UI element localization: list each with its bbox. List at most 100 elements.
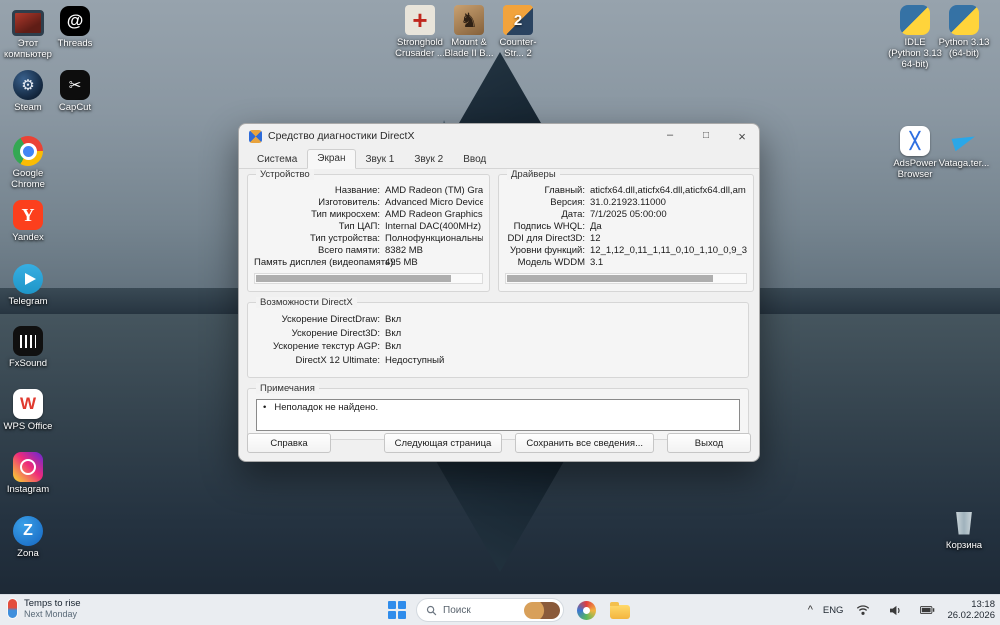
weather-headline: Temps to rise	[24, 598, 81, 609]
desktop-icon-wps-office[interactable]: WPS Office	[0, 389, 56, 432]
tab-strip: Система Экран Звук 1 Звук 2 Ввод	[239, 148, 759, 169]
steam-icon	[13, 70, 43, 100]
thermometer-icon	[8, 599, 17, 618]
help-button[interactable]: Справка	[247, 433, 331, 453]
field-value: 12	[590, 233, 601, 244]
weather-widget[interactable]: Temps to rise Next Monday	[8, 598, 81, 619]
tab-display[interactable]: Экран	[307, 149, 356, 169]
tray-date: 26.02.2026	[947, 610, 995, 621]
zona-icon	[13, 516, 43, 546]
notes-textbox[interactable]: Неполадок не найдено.	[256, 399, 740, 431]
dialog-button-row: Справка Следующая страница Сохранить все…	[247, 433, 751, 453]
next-page-button[interactable]: Следующая страница	[383, 433, 503, 453]
field-value: 31.0.21923.11000	[590, 197, 666, 208]
desktop-icon-label: Stronghold Crusader ...	[395, 37, 445, 59]
desktop-icon-label: WPS Office	[3, 421, 53, 432]
desktop-icon-mount-and-blade[interactable]: Mount & Blade II B...	[441, 5, 497, 59]
wifi-icon	[857, 605, 870, 615]
field-value: 3.1	[590, 257, 604, 268]
field-label: Уровни функций:	[510, 245, 585, 256]
maximize-button[interactable]	[699, 129, 713, 144]
tab-sound-2[interactable]: Звук 2	[404, 150, 453, 169]
scrollbar-thumb[interactable]	[507, 275, 714, 282]
field-value: 7/1/2025 05:00:00	[590, 209, 667, 220]
field-label: Ускорение DirectDraw:	[281, 314, 380, 325]
desktop-icon-label: Vataga.ter...	[938, 158, 990, 169]
start-button[interactable]	[388, 601, 406, 619]
desktop-icon-zona[interactable]: Zona	[0, 516, 56, 559]
desktop-icon-stronghold[interactable]: Stronghold Crusader ...	[392, 5, 448, 59]
close-button[interactable]	[735, 129, 749, 144]
desktop-icon-vataga[interactable]: Vataga.ter...	[936, 126, 992, 169]
desktop-icon-recycle-bin[interactable]: Корзина	[936, 508, 992, 551]
desktop-icon-python[interactable]: Python 3.13 (64-bit)	[936, 5, 992, 59]
desktop-icon-yandex[interactable]: Yandex	[0, 200, 56, 243]
desktop-icon-capcut[interactable]: CapCut	[47, 70, 103, 113]
field-value: 8382 MB	[385, 245, 424, 256]
desktop-icon-telegram[interactable]: Telegram	[0, 264, 56, 307]
network-tray-button[interactable]	[851, 598, 875, 622]
exit-button[interactable]: Выход	[667, 433, 751, 453]
field-label: Тип микросхем:	[311, 209, 380, 220]
desktop-icon-counter-strike-2[interactable]: Counter-Str... 2	[490, 5, 546, 59]
titlebar[interactable]: Средство диагностики DirectX	[239, 124, 759, 148]
language-indicator[interactable]: ENG	[823, 605, 844, 616]
field-value: Internal DAC(400MHz)	[385, 221, 482, 232]
counter-strike-2-icon	[503, 5, 533, 35]
taskbar-browser-button[interactable]	[574, 598, 598, 622]
save-all-info-button[interactable]: Сохранить все сведения...	[515, 433, 654, 453]
directx-features-group: Возможности DirectX Ускорение DirectDraw…	[247, 297, 749, 378]
field-value: Да	[590, 221, 602, 232]
clock-widget[interactable]: 13:18 26.02.2026	[947, 599, 995, 621]
group-title: Возможности DirectX	[256, 297, 357, 308]
device-horizontal-scrollbar[interactable]	[254, 273, 483, 284]
volume-icon	[889, 605, 900, 615]
battery-tray-button[interactable]	[915, 598, 939, 622]
field-value: aticfx64.dll,aticfx64.dll,aticfx64.dll,a…	[590, 185, 746, 196]
field-value: Вкл	[385, 327, 402, 339]
tray-time: 13:18	[971, 599, 995, 610]
hidden-icons-chevron[interactable]	[806, 604, 815, 616]
field-label: Тип устройства:	[309, 233, 380, 244]
desktop-icon-threads[interactable]: Threads	[47, 6, 103, 49]
browser-icon	[576, 600, 596, 620]
field-label: Ускорение Direct3D:	[291, 327, 380, 339]
desktop-icon-label: IDLE (Python 3.13 64-bit)	[888, 37, 942, 70]
tab-system[interactable]: Система	[247, 150, 307, 169]
field-label: Подпись WHQL:	[513, 221, 585, 232]
desktop-icon-label: Python 3.13 (64-bit)	[938, 37, 990, 59]
yandex-icon	[13, 200, 43, 230]
desktop-icon-idle[interactable]: IDLE (Python 3.13 64-bit)	[887, 5, 943, 70]
tab-sound-1[interactable]: Звук 1	[356, 150, 405, 169]
field-label: DDI для Direct3D:	[507, 233, 585, 244]
field-value: AMD Radeon (TM) Graphics	[385, 185, 483, 196]
drivers-horizontal-scrollbar[interactable]	[505, 273, 748, 284]
system-tray: ENG 13:18 26.02.2026	[806, 595, 995, 625]
field-label: Всего памяти:	[318, 245, 380, 256]
desktop-icon-label: Threads	[57, 38, 93, 49]
desktop-icon-label: Counter-Str... 2	[499, 37, 537, 59]
desktop-icon-adspower[interactable]: AdsPower Browser	[887, 126, 943, 180]
note-text: Неполадок не найдено.	[261, 402, 735, 414]
tab-input[interactable]: Ввод	[453, 150, 496, 169]
field-value: 12_1,12_0,11_1,11_0,10_1,10_0,9_3	[590, 245, 748, 256]
field-label: Главный:	[544, 185, 585, 196]
adspower-browser-icon	[900, 126, 930, 156]
fxsound-icon	[13, 326, 43, 356]
group-title: Устройство	[256, 169, 314, 180]
desktop-icon-label: Zona	[17, 548, 39, 559]
desktop-icon-chrome[interactable]: Google Chrome	[0, 136, 56, 190]
search-box[interactable]: Поиск	[416, 598, 564, 622]
desktop: Этот компьютер Threads Steam CapCut Goog…	[0, 0, 1000, 625]
mount-and-blade-icon	[454, 5, 484, 35]
volume-tray-button[interactable]	[883, 598, 907, 622]
minimize-button[interactable]	[663, 129, 677, 144]
field-value: 495 MB	[385, 257, 418, 268]
field-value: Advanced Micro Devices, Inc.	[385, 197, 483, 208]
desktop-icon-fxsound[interactable]: FxSound	[0, 326, 56, 369]
desktop-icon-instagram[interactable]: Instagram	[0, 452, 56, 495]
scrollbar-thumb[interactable]	[256, 275, 452, 282]
directx-app-icon	[249, 129, 262, 143]
telegram-icon	[13, 264, 43, 294]
taskbar-file-explorer-button[interactable]	[608, 598, 632, 622]
